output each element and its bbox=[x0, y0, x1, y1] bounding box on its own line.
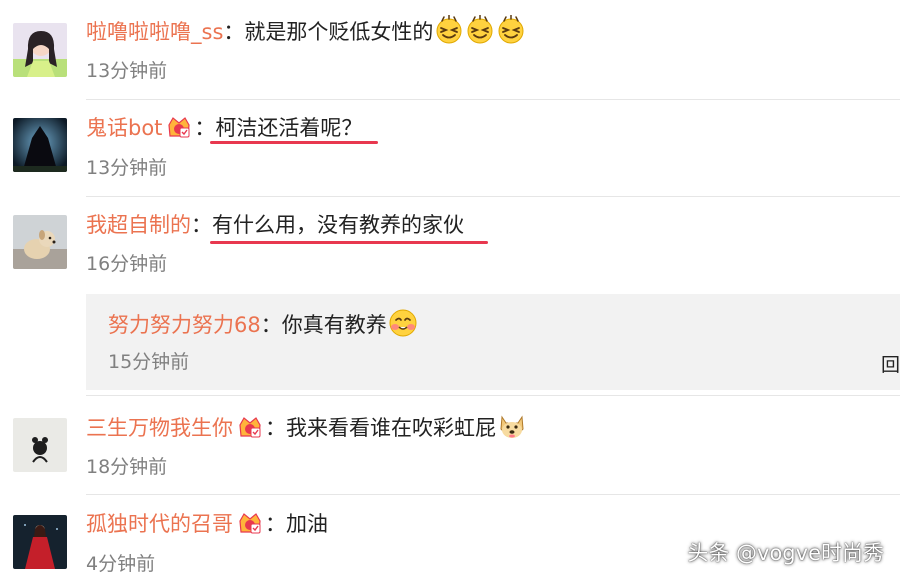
reply-box: 努力努力努力68：你真有教养 15分钟前 回 bbox=[86, 294, 900, 390]
comment-time: 4分钟前 bbox=[86, 553, 156, 575]
avatar[interactable] bbox=[13, 515, 67, 569]
username[interactable]: 啦噜啦啦噜_ss bbox=[86, 20, 223, 44]
colon: ： bbox=[194, 116, 216, 140]
divider bbox=[86, 99, 900, 100]
squint-laugh-emoji-icon bbox=[496, 15, 526, 45]
reply-text: 你真有教养 bbox=[281, 313, 387, 337]
squint-laugh-emoji-icon bbox=[465, 15, 495, 45]
avatar[interactable] bbox=[13, 23, 67, 77]
comment-text: 就是那个贬低女性的 bbox=[244, 20, 434, 44]
squint-laugh-emoji-icon bbox=[434, 15, 464, 45]
vip-crown-badge-icon bbox=[166, 115, 192, 139]
doge-emoji-icon bbox=[497, 411, 527, 441]
comment-text: 我来看看谁在吹彩虹屁 bbox=[286, 416, 496, 440]
comment-time: 16分钟前 bbox=[86, 253, 168, 275]
highlight-underline bbox=[210, 141, 378, 144]
comment-text: 柯洁还活着呢？ bbox=[215, 116, 363, 140]
watermark: 头条 @vogve时尚秀 bbox=[687, 541, 884, 565]
highlight-underline bbox=[210, 241, 488, 244]
divider bbox=[86, 494, 900, 495]
username[interactable]: 孤独时代的召哥 bbox=[86, 512, 233, 536]
divider bbox=[86, 395, 900, 396]
comment-time: 13分钟前 bbox=[86, 60, 168, 82]
username[interactable]: 鬼话bot bbox=[86, 116, 162, 140]
comment-time: 18分钟前 bbox=[86, 456, 168, 478]
shy-smile-emoji-icon bbox=[388, 308, 418, 338]
divider bbox=[86, 196, 900, 197]
colon: ： bbox=[223, 20, 245, 44]
avatar-girl-icon bbox=[13, 23, 67, 77]
colon: ： bbox=[265, 416, 286, 440]
username[interactable]: 三生万物我生你 bbox=[86, 416, 233, 440]
avatar-cloaked-figure-icon bbox=[13, 118, 67, 172]
avatar[interactable] bbox=[13, 118, 67, 172]
avatar-woman-red-dress-icon bbox=[13, 515, 67, 569]
avatar[interactable] bbox=[13, 215, 67, 269]
colon: ： bbox=[260, 313, 282, 337]
avatar-dog-icon bbox=[13, 215, 67, 269]
reply-username[interactable]: 努力努力努力68 bbox=[108, 313, 261, 337]
reply-time: 15分钟前 bbox=[108, 351, 190, 373]
vip-crown-badge-icon bbox=[237, 415, 263, 439]
comment-text: 有什么用，没有教养的家伙 bbox=[212, 213, 464, 237]
username[interactable]: 我超自制的 bbox=[86, 213, 191, 237]
reply-button[interactable]: 回 bbox=[881, 350, 900, 377]
colon: ： bbox=[265, 512, 286, 536]
avatar-cartoon-figure-icon bbox=[13, 418, 67, 472]
colon: ： bbox=[191, 213, 212, 237]
avatar[interactable] bbox=[13, 418, 67, 472]
comment-text: 加油 bbox=[286, 512, 328, 536]
comment-time: 13分钟前 bbox=[86, 157, 168, 179]
vip-crown-badge-icon bbox=[237, 511, 263, 535]
